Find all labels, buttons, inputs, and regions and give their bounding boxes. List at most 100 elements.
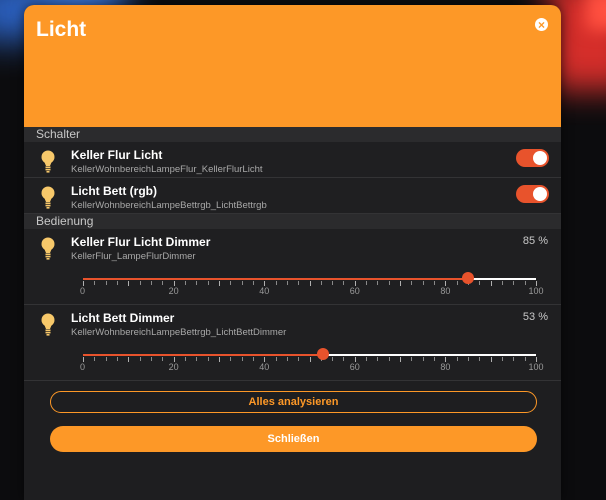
slider-tick-label: 60	[349, 286, 360, 296]
slider-tick-label: 20	[168, 362, 179, 372]
slider-tick-label: 0	[80, 362, 86, 372]
toggle-switch-licht-bett[interactable]	[516, 185, 549, 203]
slider-tick	[456, 357, 458, 361]
slider-tick	[502, 357, 504, 361]
slider-tick	[162, 357, 164, 361]
slider-tick	[162, 281, 164, 285]
dialog-title: Licht	[36, 18, 87, 41]
close-icon[interactable]: ×	[535, 18, 548, 31]
slider-tick	[116, 281, 118, 285]
slider-tick	[298, 281, 300, 285]
lightbulb-icon	[41, 150, 55, 173]
slider-tick-label: 60	[349, 362, 360, 372]
slider-tick	[366, 357, 368, 361]
slider-tick	[400, 357, 402, 362]
switch-item-name: KellerWohnbereichLampeFlur_KellerFlurLic…	[71, 164, 263, 175]
slider-tick	[332, 281, 334, 285]
slider-tick	[150, 357, 152, 361]
slider-tick	[105, 357, 107, 361]
slider-tick	[286, 357, 288, 361]
slider-fill	[83, 278, 469, 280]
lightbulb-icon	[41, 237, 55, 260]
slider-tick	[139, 281, 141, 285]
slider-tick	[388, 281, 390, 285]
slider-tick-label: 100	[528, 286, 544, 296]
dimmer-slider[interactable]: 0 20 40 60 80 100	[80, 348, 544, 380]
slider-tick	[150, 281, 152, 285]
slider-tick	[218, 281, 220, 286]
slider-tick-label: 80	[440, 286, 451, 296]
slider-tick	[241, 357, 243, 361]
slider-tick	[230, 357, 232, 361]
slider-tick	[286, 281, 288, 285]
slider-thumb[interactable]	[462, 272, 475, 284]
slider-thumb[interactable]	[317, 348, 330, 360]
slider-tick-label: 0	[80, 286, 86, 296]
dimmer-title: Licht Bett Dimmer	[71, 311, 175, 325]
slider-tick	[241, 281, 243, 285]
slider-tick	[400, 281, 402, 286]
dimmer-percent: 85 %	[522, 235, 548, 247]
slider-tick	[230, 281, 232, 285]
slider-tick	[422, 281, 424, 285]
dimmer-slider[interactable]: 0 20 40 60 80 100	[80, 272, 544, 304]
slider-tick	[309, 357, 311, 362]
dimmer-row: Keller Flur Licht Dimmer KellerFlur_Lamp…	[24, 229, 561, 305]
lightbulb-icon	[41, 186, 55, 209]
toggle-knob	[533, 151, 547, 165]
dimmer-item-name: KellerFlur_LampeFlurDimmer	[71, 251, 196, 262]
slider-tick	[332, 357, 334, 361]
slider-tick	[422, 357, 424, 361]
slider-tick	[207, 357, 209, 361]
slider-tick-label: 40	[259, 362, 270, 372]
slider-tick	[207, 281, 209, 285]
slider-tick	[377, 357, 379, 361]
slider-tick	[524, 357, 526, 361]
slider-tick	[513, 281, 515, 285]
slider-tick-label: 20	[168, 286, 179, 296]
slider-tick	[411, 281, 413, 285]
slider-tick-label: 80	[440, 362, 451, 372]
slider-tick	[298, 357, 300, 361]
slider-tick	[479, 357, 481, 361]
slider-tick	[196, 281, 198, 285]
toggle-switch-keller-flur-licht[interactable]	[516, 149, 549, 167]
slider-tick	[252, 357, 254, 361]
close-button[interactable]: Schließen	[50, 426, 537, 452]
slider-tick	[343, 357, 345, 361]
slider-tick	[479, 281, 481, 285]
slider-tick	[524, 281, 526, 285]
slider-tick	[434, 281, 436, 285]
licht-dialog: Licht × Schalter Keller Flur Licht Kelle…	[24, 5, 561, 500]
dialog-header: Licht ×	[24, 5, 561, 127]
section-title-bedienung: Bedienung	[24, 214, 561, 229]
slider-tick	[377, 281, 379, 285]
slider-tick	[184, 281, 186, 285]
slider-tick	[128, 281, 130, 286]
switch-item-name: KellerWohnbereichLampeBettrgb_LichtBettr…	[71, 200, 267, 211]
slider-tick	[116, 357, 118, 361]
slider-tick	[184, 357, 186, 361]
analyze-all-button[interactable]: Alles analysieren	[50, 391, 537, 413]
toggle-knob	[533, 187, 547, 201]
slider-tick	[252, 281, 254, 285]
slider-tick	[490, 281, 492, 286]
slider-tick	[411, 357, 413, 361]
slider-tick	[320, 281, 322, 285]
slider-tick	[275, 357, 277, 361]
slider-tick	[456, 281, 458, 285]
switch-title: Licht Bett (rgb)	[71, 184, 157, 198]
slider-tick	[196, 357, 198, 361]
slider-tick-label: 40	[259, 286, 270, 296]
slider-tick	[94, 281, 96, 285]
slider-tick	[275, 281, 277, 285]
background-blur-red-light	[586, 0, 606, 30]
slider-tick	[139, 357, 141, 361]
slider-tick	[388, 357, 390, 361]
slider-tick	[366, 281, 368, 285]
slider-tick	[468, 357, 470, 361]
slider-fill	[83, 354, 324, 356]
lightbulb-icon	[41, 313, 55, 336]
dimmer-row: Licht Bett Dimmer KellerWohnbereichLampe…	[24, 305, 561, 381]
slider-tick	[434, 357, 436, 361]
